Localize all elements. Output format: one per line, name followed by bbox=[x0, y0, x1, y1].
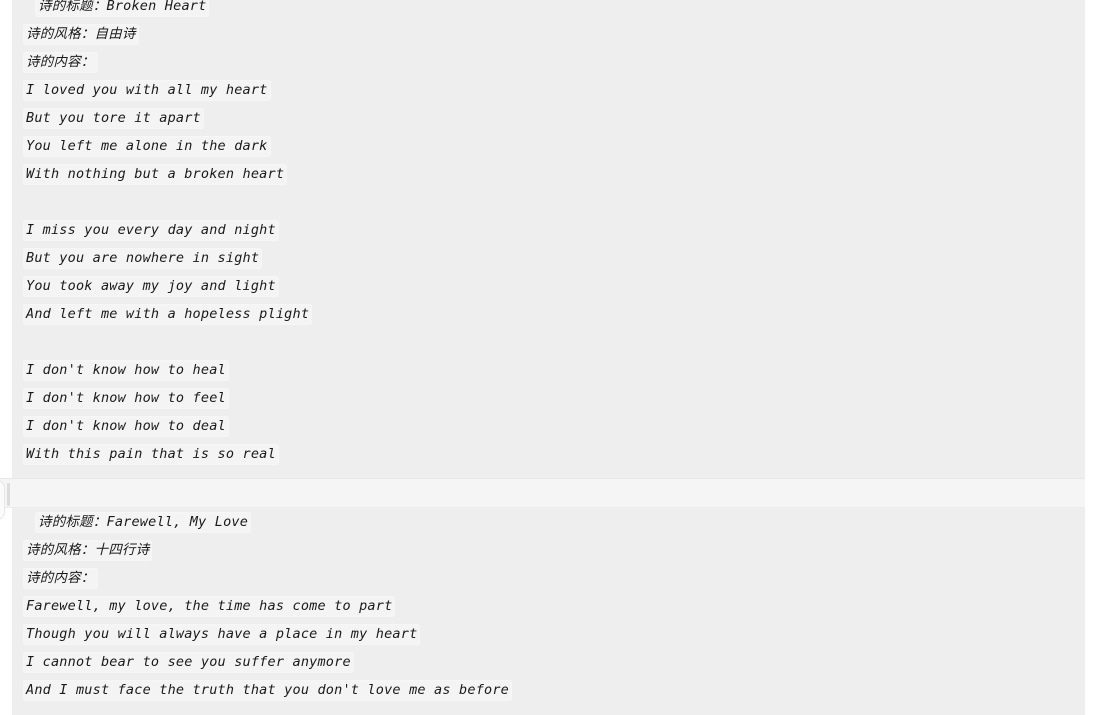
right-gutter bbox=[1085, 0, 1093, 715]
poem-line-text: 诗的风格：十四行诗 bbox=[24, 541, 152, 560]
poem-line-verse: You left me alone in the dark bbox=[24, 132, 1085, 160]
poem-line-text: You took away my joy and light bbox=[24, 277, 278, 296]
poem-line-verse: But you tore it apart bbox=[24, 104, 1085, 132]
poem-line-verse: With this pain that is so real bbox=[24, 440, 1085, 468]
poem-line-text: I loved you with all my heart bbox=[24, 81, 270, 100]
poem-line-content-label: 诗的内容： bbox=[24, 48, 1085, 76]
poem-line-text: With this pain that is so real bbox=[24, 445, 278, 464]
poem-line-text: I cannot bear to see you suffer anymore bbox=[24, 653, 353, 672]
message-divider bbox=[0, 478, 1093, 508]
poem-line-verse: I don't know how to feel bbox=[24, 384, 1085, 412]
poem-line-verse: I don't know how to deal bbox=[24, 412, 1085, 440]
poem-line-text: I miss you every day and night bbox=[24, 221, 278, 240]
poem-line-text: But you tore it apart bbox=[24, 109, 203, 128]
poem-line-text: I don't know how to heal bbox=[24, 361, 228, 380]
poem-line-verse: But you are nowhere in sight bbox=[24, 244, 1085, 272]
poem-line-text: 诗的风格：自由诗 bbox=[24, 25, 138, 44]
poem-line-text: 诗的标题：Farewell, My Love bbox=[36, 513, 251, 532]
poem-line-verse: And left me with a hopeless plight bbox=[24, 300, 1085, 328]
poem-line-verse: And I must face the truth that you don't… bbox=[24, 676, 1085, 704]
poem-line-verse: Though you will always have a place in m… bbox=[24, 620, 1085, 648]
poem-body-farewell-my-love: 诗的标题：Farewell, My Love 诗的风格：十四行诗 诗的内容： Fare… bbox=[12, 508, 1085, 704]
poem-line-text: You left me alone in the dark bbox=[24, 137, 270, 156]
poem-line-verse: Farewell, my love, the time has come to … bbox=[24, 592, 1085, 620]
conversation-view: 诗的标题：Broken Heart 诗的风格：自由诗 诗的内容： I loved yo… bbox=[0, 0, 1093, 715]
poem-line-text: And left me with a hopeless plight bbox=[24, 305, 312, 324]
poem-line-text: 诗的内容： bbox=[24, 569, 97, 588]
message-handle-bar[interactable] bbox=[7, 483, 10, 506]
poem-line-content-label: 诗的内容： bbox=[24, 564, 1085, 592]
poem-line-text: 诗的内容： bbox=[24, 53, 97, 72]
poem-line-verse: I loved you with all my heart bbox=[24, 76, 1085, 104]
poem-line-text: Though you will always have a place in m… bbox=[24, 625, 420, 644]
poem-line-text bbox=[24, 333, 28, 352]
poem-line-verse: I cannot bear to see you suffer anymore bbox=[24, 648, 1085, 676]
poem-body-broken-heart: 诗的标题：Broken Heart 诗的风格：自由诗 诗的内容： I loved yo… bbox=[12, 0, 1085, 468]
left-gutter bbox=[0, 0, 12, 715]
poem-line-text: With nothing but a broken heart bbox=[24, 165, 287, 184]
poem-line-verse: I don't know how to heal bbox=[24, 356, 1085, 384]
poem-line-verse: I miss you every day and night bbox=[24, 216, 1085, 244]
poem-line-style: 诗的风格：自由诗 bbox=[24, 20, 1085, 48]
poem-line-text: But you are nowhere in sight bbox=[24, 249, 262, 268]
poem-line-verse: With nothing but a broken heart bbox=[24, 160, 1085, 188]
poem-line-text bbox=[24, 193, 28, 212]
message-poem-broken-heart[interactable]: 诗的标题：Broken Heart 诗的风格：自由诗 诗的内容： I loved yo… bbox=[12, 0, 1085, 478]
poem-blank-line bbox=[24, 188, 1085, 216]
poem-line-text: 诗的标题：Broken Heart bbox=[36, 0, 209, 16]
poem-line-verse: You took away my joy and light bbox=[24, 272, 1085, 300]
poem-line-text: And I must face the truth that you don't… bbox=[24, 681, 512, 700]
poem-line-text: Farewell, my love, the time has come to … bbox=[24, 597, 395, 616]
poem-line-title: 诗的标题：Farewell, My Love bbox=[24, 508, 1085, 536]
poem-line-text: I don't know how to feel bbox=[24, 389, 228, 408]
poem-line-style: 诗的风格：十四行诗 bbox=[24, 536, 1085, 564]
poem-line-text: I don't know how to deal bbox=[24, 417, 228, 436]
poem-line-title: 诗的标题：Broken Heart bbox=[24, 0, 1085, 20]
poem-blank-line bbox=[24, 328, 1085, 356]
message-poem-farewell-my-love[interactable]: 诗的标题：Farewell, My Love 诗的风格：十四行诗 诗的内容： Fare… bbox=[12, 508, 1085, 715]
message-handle-bubble[interactable] bbox=[0, 480, 5, 520]
